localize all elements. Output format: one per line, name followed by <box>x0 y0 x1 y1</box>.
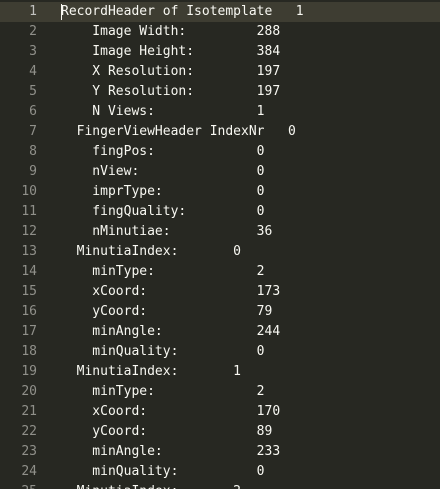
editor-line[interactable]: 1 RecordHeader of Isotemplate 1 <box>0 2 440 22</box>
line-text: yCoord: 79 <box>61 304 273 319</box>
line-text: minAngle: 244 <box>61 324 281 339</box>
line-text: nView: 0 <box>61 164 265 179</box>
line-number: 8 <box>29 144 37 159</box>
line-number: 15 <box>21 284 37 299</box>
editor-line[interactable]: 24 minQuality: 0 <box>0 462 440 482</box>
line-text: xCoord: 173 <box>61 284 281 299</box>
line-text: imprType: 0 <box>61 184 265 199</box>
editor-line[interactable]: 16 yCoord: 79 <box>0 302 440 322</box>
line-text: FingerViewHeader IndexNr 0 <box>61 124 296 139</box>
editor-line[interactable]: 17 minAngle: 244 <box>0 322 440 342</box>
line-text: minAngle: 233 <box>61 444 281 459</box>
line-text: minType: 2 <box>61 384 265 399</box>
editor-line[interactable]: 23 minAngle: 233 <box>0 442 440 462</box>
line-number: 9 <box>29 164 37 179</box>
editor-line[interactable]: 9 nView: 0 <box>0 162 440 182</box>
line-text: Image Height: 384 <box>61 44 281 59</box>
line-number: 3 <box>29 44 37 59</box>
line-number: 21 <box>21 404 37 419</box>
line-text: N Views: 1 <box>61 104 265 119</box>
editor-line[interactable]: 7 FingerViewHeader IndexNr 0 <box>0 122 440 142</box>
editor-line[interactable]: 18 minQuality: 0 <box>0 342 440 362</box>
line-number: 1 <box>29 4 37 19</box>
editor-line[interactable]: 25 MinutiaIndex: 2 <box>0 482 440 489</box>
line-number: 7 <box>29 124 37 139</box>
line-number: 24 <box>21 464 37 479</box>
editor-line[interactable]: 19 MinutiaIndex: 1 <box>0 362 440 382</box>
editor-line[interactable]: 5 Y Resolution: 197 <box>0 82 440 102</box>
line-number: 2 <box>29 24 37 39</box>
line-number: 13 <box>21 244 37 259</box>
line-text: MinutiaIndex: 2 <box>61 482 241 489</box>
editor-line[interactable]: 22 yCoord: 89 <box>0 422 440 442</box>
line-text: minQuality: 0 <box>61 464 265 479</box>
line-text: yCoord: 89 <box>61 424 273 439</box>
line-text: X Resolution: 197 <box>61 64 281 79</box>
editor-line[interactable]: 11 fingQuality: 0 <box>0 202 440 222</box>
editor-line[interactable]: 21 xCoord: 170 <box>0 402 440 422</box>
editor-line[interactable]: 10 imprType: 0 <box>0 182 440 202</box>
editor-line[interactable]: 20 minType: 2 <box>0 382 440 402</box>
line-number: 20 <box>21 384 37 399</box>
line-number: 14 <box>21 264 37 279</box>
editor-line[interactable]: 13 MinutiaIndex: 0 <box>0 242 440 262</box>
text-editor[interactable]: 1 RecordHeader of Isotemplate 1 2 Image Wi… <box>0 0 440 489</box>
editor-line[interactable]: 15 xCoord: 173 <box>0 282 440 302</box>
line-number: 12 <box>21 224 37 239</box>
line-number: 11 <box>21 204 37 219</box>
text-cursor <box>61 4 62 20</box>
line-text: RecordHeader of Isotemplate 1 <box>61 4 304 19</box>
line-number: 18 <box>21 344 37 359</box>
editor-line[interactable]: 6 N Views: 1 <box>0 102 440 122</box>
editor-line[interactable]: 8 fingPos: 0 <box>0 142 440 162</box>
line-number: 17 <box>21 324 37 339</box>
line-text: minQuality: 0 <box>61 344 265 359</box>
line-number: 16 <box>21 304 37 319</box>
line-number: 25 <box>0 482 37 489</box>
line-number: 5 <box>29 84 37 99</box>
editor-line[interactable]: 3 Image Height: 384 <box>0 42 440 62</box>
line-text: Y Resolution: 197 <box>61 84 281 99</box>
line-text: MinutiaIndex: 0 <box>61 244 242 259</box>
editor-line[interactable]: 2 Image Width: 288 <box>0 22 440 42</box>
line-number: 23 <box>21 444 37 459</box>
line-number: 19 <box>21 364 37 379</box>
editor-line[interactable]: 4 X Resolution: 197 <box>0 62 440 82</box>
line-number: 6 <box>29 104 37 119</box>
line-text: fingQuality: 0 <box>61 204 265 219</box>
line-number: 22 <box>21 424 37 439</box>
line-text: Image Width: 288 <box>61 24 281 39</box>
editor-line[interactable]: 14 minType: 2 <box>0 262 440 282</box>
line-text: minType: 2 <box>61 264 265 279</box>
line-number: 10 <box>21 184 37 199</box>
line-text: nMinutiae: 36 <box>61 224 273 239</box>
line-text: fingPos: 0 <box>61 144 265 159</box>
line-text: xCoord: 170 <box>61 404 281 419</box>
editor-line[interactable]: 12 nMinutiae: 36 <box>0 222 440 242</box>
line-number: 4 <box>29 64 37 79</box>
line-text: MinutiaIndex: 1 <box>61 364 242 379</box>
